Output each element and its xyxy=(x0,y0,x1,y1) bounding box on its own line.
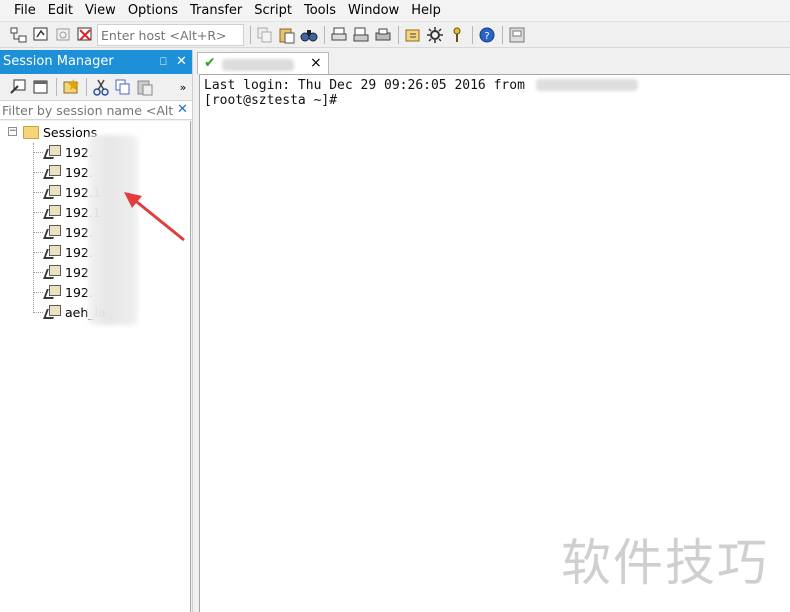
tree-branch xyxy=(33,191,43,193)
session-icon xyxy=(43,265,61,279)
tree-branch xyxy=(33,251,43,253)
session-filter-input[interactable] xyxy=(0,101,174,119)
cut-icon[interactable] xyxy=(92,78,110,96)
toolbar-separator xyxy=(250,26,251,44)
close-tab-icon[interactable]: × xyxy=(310,55,322,71)
menu-edit[interactable]: Edit xyxy=(42,0,79,22)
tree-branch xyxy=(33,151,43,153)
session-icon xyxy=(43,145,61,159)
annotation-arrow-icon xyxy=(124,192,185,242)
clear-filter-icon[interactable]: ✕ xyxy=(177,101,188,119)
menu-file[interactable]: File xyxy=(8,0,42,22)
session-icon xyxy=(43,165,61,179)
session-icon xyxy=(43,285,61,299)
sftp-icon[interactable] xyxy=(508,26,526,44)
terminal-line-login: Last login: Thu Dec 29 09:26:05 2016 fro… xyxy=(204,78,525,93)
session-filter-bar: ✕ xyxy=(0,100,192,120)
tree-node-session[interactable]: 192. xyxy=(33,282,93,302)
tree-node-sessions[interactable]: Sessions xyxy=(23,122,97,142)
paste-icon[interactable] xyxy=(278,26,296,44)
tree-branch xyxy=(33,291,43,293)
menu-help[interactable]: Help xyxy=(405,0,447,22)
print-selection-icon[interactable] xyxy=(352,26,370,44)
main-toolbar: ? xyxy=(0,22,790,48)
tree-branch xyxy=(33,311,43,313)
menu-options[interactable]: Options xyxy=(122,0,184,22)
session-manager-title: Session Manager xyxy=(3,54,114,69)
tree-node-session[interactable]: 192. xyxy=(33,142,93,162)
toolbar-separator xyxy=(398,26,399,44)
overflow-chevron-icon[interactable]: » xyxy=(178,78,188,96)
securecrt-window: File Edit View Options Transfer Script T… xyxy=(0,0,790,612)
toolbar-separator xyxy=(56,78,57,96)
watermark-text: 软件技巧 xyxy=(561,534,769,592)
tree-branch xyxy=(33,231,43,233)
session-icon xyxy=(43,305,61,319)
tree-node-session[interactable]: 192. xyxy=(33,222,93,242)
toolbar-separator xyxy=(502,26,503,44)
session-manager-header: Session Manager ⎕ ✕ xyxy=(0,50,192,74)
connect-session-icon[interactable] xyxy=(10,78,28,96)
reconnect-icon[interactable] xyxy=(54,26,72,44)
collapse-toggle-icon[interactable]: − xyxy=(8,127,17,136)
keymap-icon[interactable] xyxy=(448,26,466,44)
connected-check-icon: ✔ xyxy=(204,55,216,71)
session-icon xyxy=(43,225,61,239)
close-icon[interactable]: ✕ xyxy=(176,50,187,74)
global-options-icon[interactable] xyxy=(426,26,444,44)
enter-host-input[interactable] xyxy=(97,24,244,46)
tab-title-redacted xyxy=(222,59,294,71)
tree-branch xyxy=(33,211,43,213)
menu-transfer[interactable]: Transfer xyxy=(184,0,248,22)
session-icon xyxy=(43,185,61,199)
tree-branch xyxy=(33,271,43,273)
printer-setup-icon[interactable] xyxy=(374,26,392,44)
help-icon[interactable]: ? xyxy=(478,26,496,44)
toolbar-separator xyxy=(472,26,473,44)
new-session-icon[interactable] xyxy=(62,78,80,96)
svg-text:?: ? xyxy=(484,31,489,42)
session-tab[interactable]: ✔ × xyxy=(197,52,329,74)
tree-node-session[interactable]: 192. xyxy=(33,162,93,182)
copy-icon[interactable] xyxy=(256,26,274,44)
tree-node-session[interactable]: 192. xyxy=(33,242,93,262)
paste-session-icon[interactable] xyxy=(136,78,154,96)
toolbar-separator xyxy=(324,26,325,44)
connect-icon[interactable] xyxy=(10,26,28,44)
folder-icon xyxy=(23,125,39,139)
menu-script[interactable]: Script xyxy=(248,0,298,22)
menu-window[interactable]: Window xyxy=(342,0,405,22)
session-manager-toolbar: » xyxy=(0,75,192,99)
pane-splitter[interactable] xyxy=(192,50,197,612)
connect-in-tab-icon[interactable] xyxy=(32,78,50,96)
menu-bar: File Edit View Options Transfer Script T… xyxy=(0,0,790,22)
redacted-host xyxy=(536,79,638,91)
tree-node-session[interactable]: 192 xyxy=(33,262,89,282)
quick-connect-icon[interactable] xyxy=(32,26,50,44)
copy-session-icon[interactable] xyxy=(114,78,132,96)
pin-icon[interactable]: ⎕ xyxy=(160,50,167,74)
print-icon[interactable] xyxy=(330,26,348,44)
session-icon xyxy=(43,205,61,219)
session-options-icon[interactable] xyxy=(404,26,422,44)
find-icon[interactable] xyxy=(300,26,318,44)
terminal-line-prompt: [root@sztesta ~]# xyxy=(204,93,338,108)
menu-tools[interactable]: Tools xyxy=(298,0,342,22)
menu-view[interactable]: View xyxy=(79,0,122,22)
toolbar-separator xyxy=(86,78,87,96)
disconnect-icon[interactable] xyxy=(76,26,94,44)
session-icon xyxy=(43,245,61,259)
tree-branch xyxy=(33,171,43,173)
